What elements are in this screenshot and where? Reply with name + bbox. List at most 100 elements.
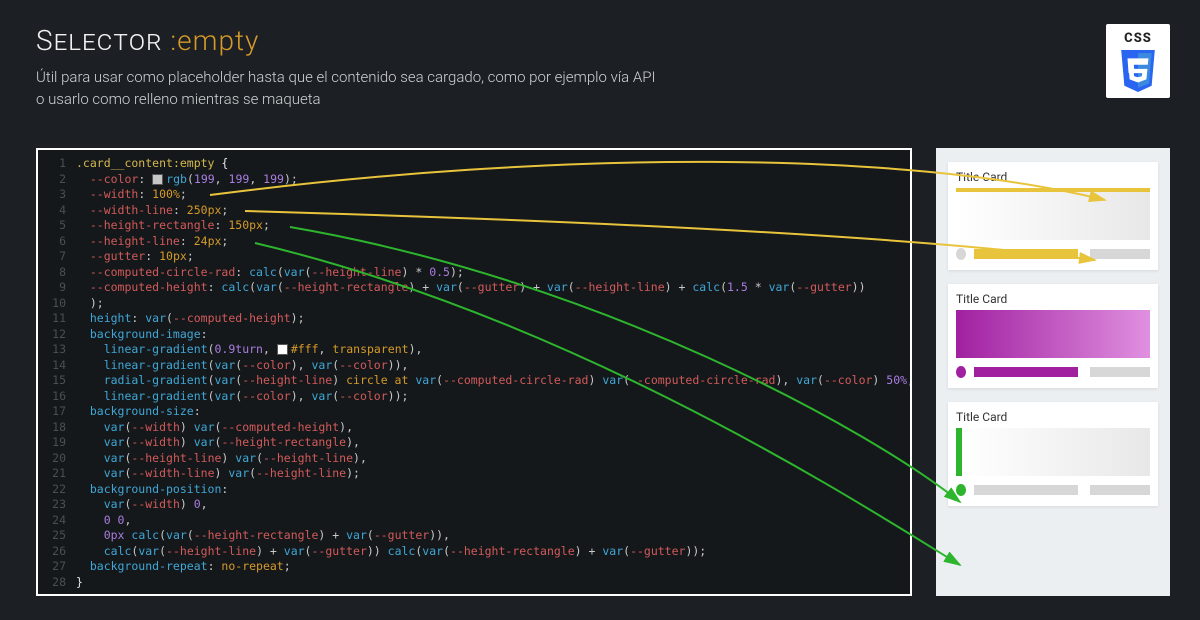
code-content: --color: rgb(199, 199, 199); xyxy=(76,172,298,188)
card-3-circle-placeholder xyxy=(956,484,966,496)
title-pseudo-class: :empty xyxy=(170,24,259,57)
code-content: background-image: xyxy=(76,327,208,343)
code-line: 25 0px calc(var(--height-rectangle) + va… xyxy=(38,528,910,544)
code-content: var(--width) var(--computed-height), xyxy=(76,420,353,436)
code-line: 18 var(--width) var(--computed-height), xyxy=(38,420,910,436)
card-3-line-placeholder xyxy=(974,485,1077,495)
card-3-rect-placeholder xyxy=(956,428,1150,476)
line-number: 11 xyxy=(38,311,76,327)
line-number: 25 xyxy=(38,528,76,544)
color-swatch-icon xyxy=(277,344,288,355)
code-content: height: var(--computed-height); xyxy=(76,311,305,327)
code-line: 9 --computed-height: calc(var(--height-r… xyxy=(38,280,910,296)
code-content: background-size: xyxy=(76,404,201,420)
code-content: background-repeat: no-repeat; xyxy=(76,559,291,575)
preview-card-2: Title Card xyxy=(948,284,1158,388)
code-content: 0 0, xyxy=(76,513,131,529)
code-line: 22 background-position: xyxy=(38,482,910,498)
line-number: 24 xyxy=(38,513,76,529)
code-content: --height-rectangle: 150px; xyxy=(76,218,270,234)
line-number: 28 xyxy=(38,575,76,591)
line-number: 17 xyxy=(38,404,76,420)
code-line: 2 --color: rgb(199, 199, 199); xyxy=(38,172,910,188)
slide-title: Selector :empty xyxy=(36,24,1164,57)
card-2-circle-placeholder xyxy=(956,366,966,378)
line-number: 2 xyxy=(38,172,76,188)
css3-shield-icon xyxy=(1119,50,1157,92)
line-number: 4 xyxy=(38,203,76,219)
line-number: 5 xyxy=(38,218,76,234)
code-content: var(--width) var(--height-rectangle), xyxy=(76,435,360,451)
card-1-line-placeholder xyxy=(974,249,1077,259)
preview-card-3: Title Card xyxy=(948,402,1158,506)
code-content: 0px calc(var(--height-rectangle) + var(-… xyxy=(76,528,450,544)
code-content: --width-line: 250px; xyxy=(76,203,228,219)
preview-card-1: Title Card xyxy=(948,162,1158,270)
card-2-title: Title Card xyxy=(956,292,1150,306)
code-line: 17 background-size: xyxy=(38,404,910,420)
card-1-rect-placeholder xyxy=(956,188,1150,240)
code-content: } xyxy=(76,575,83,591)
code-content: background-position: xyxy=(76,482,228,498)
line-number: 9 xyxy=(38,280,76,296)
card-1-line2-placeholder xyxy=(1090,249,1150,259)
line-number: 22 xyxy=(38,482,76,498)
code-line: 23 var(--width) 0, xyxy=(38,497,910,513)
code-line: 26 calc(var(--height-line) + var(--gutte… xyxy=(38,544,910,560)
code-content: var(--width-line) var(--height-line); xyxy=(76,466,360,482)
code-line: 11 height: var(--computed-height); xyxy=(38,311,910,327)
code-line: 3 --width: 100%; xyxy=(38,187,910,203)
code-content: radial-gradient(var(--height-line) circl… xyxy=(76,373,912,389)
code-content: linear-gradient(var(--color), var(--colo… xyxy=(76,389,408,405)
card-1-line-row xyxy=(956,248,1150,260)
preview-column: Title Card Title Card Title Card xyxy=(936,148,1170,596)
color-swatch-icon xyxy=(152,174,163,185)
card-2-line2-placeholder xyxy=(1090,367,1150,377)
code-content: ); xyxy=(76,296,104,312)
code-line: 10 ); xyxy=(38,296,910,312)
code-content: linear-gradient(var(--color), var(--colo… xyxy=(76,358,408,374)
card-3-line2-placeholder xyxy=(1090,485,1150,495)
code-line: 1.card__content:empty { xyxy=(38,156,910,172)
code-line: 12 background-image: xyxy=(38,327,910,343)
code-line: 5 --height-rectangle: 150px; xyxy=(38,218,910,234)
code-content: --height-line: 24px; xyxy=(76,234,228,250)
card-1-circle-placeholder xyxy=(956,248,966,260)
line-number: 12 xyxy=(38,327,76,343)
line-number: 6 xyxy=(38,234,76,250)
code-line: 8 --computed-circle-rad: calc(var(--heig… xyxy=(38,265,910,281)
code-editor-panel: 1.card__content:empty {2 --color: rgb(19… xyxy=(36,148,912,596)
code-line: 13 linear-gradient(0.9turn, #fff, transp… xyxy=(38,342,910,358)
css3-badge: CSS xyxy=(1106,24,1170,98)
code-content: --gutter: 10px; xyxy=(76,249,194,265)
code-content: var(--width) 0, xyxy=(76,497,208,513)
line-number: 21 xyxy=(38,466,76,482)
code-content: --computed-height: calc(var(--height-rec… xyxy=(76,280,866,296)
slide-header: Selector :empty Útil para usar como plac… xyxy=(0,0,1200,111)
card-2-rect-placeholder xyxy=(956,310,1150,358)
line-number: 16 xyxy=(38,389,76,405)
line-number: 15 xyxy=(38,373,76,389)
line-number: 23 xyxy=(38,497,76,513)
code-line: 28} xyxy=(38,575,910,591)
line-number: 19 xyxy=(38,435,76,451)
line-number: 27 xyxy=(38,559,76,575)
line-number: 18 xyxy=(38,420,76,436)
code-content: --width: 100%; xyxy=(76,187,187,203)
title-selector-word: Selector xyxy=(36,24,170,57)
code-content: --computed-circle-rad: calc(var(--height… xyxy=(76,265,464,281)
code-line: 19 var(--width) var(--height-rectangle), xyxy=(38,435,910,451)
card-2-line-row xyxy=(956,366,1150,378)
code-content: calc(var(--height-line) + var(--gutter))… xyxy=(76,544,706,560)
card-2-line-placeholder xyxy=(974,367,1077,377)
line-number: 3 xyxy=(38,187,76,203)
line-number: 14 xyxy=(38,358,76,374)
code-content: var(--height-line) var(--height-line), xyxy=(76,451,367,467)
line-number: 1 xyxy=(38,156,76,172)
line-number: 7 xyxy=(38,249,76,265)
code-line: 7 --gutter: 10px; xyxy=(38,249,910,265)
code-content: linear-gradient(0.9turn, #fff, transpare… xyxy=(76,342,422,358)
card-3-line-row xyxy=(956,484,1150,496)
css3-badge-text: CSS xyxy=(1124,31,1152,46)
slide-subtitle: Útil para usar como placeholder hasta qu… xyxy=(36,67,1164,111)
